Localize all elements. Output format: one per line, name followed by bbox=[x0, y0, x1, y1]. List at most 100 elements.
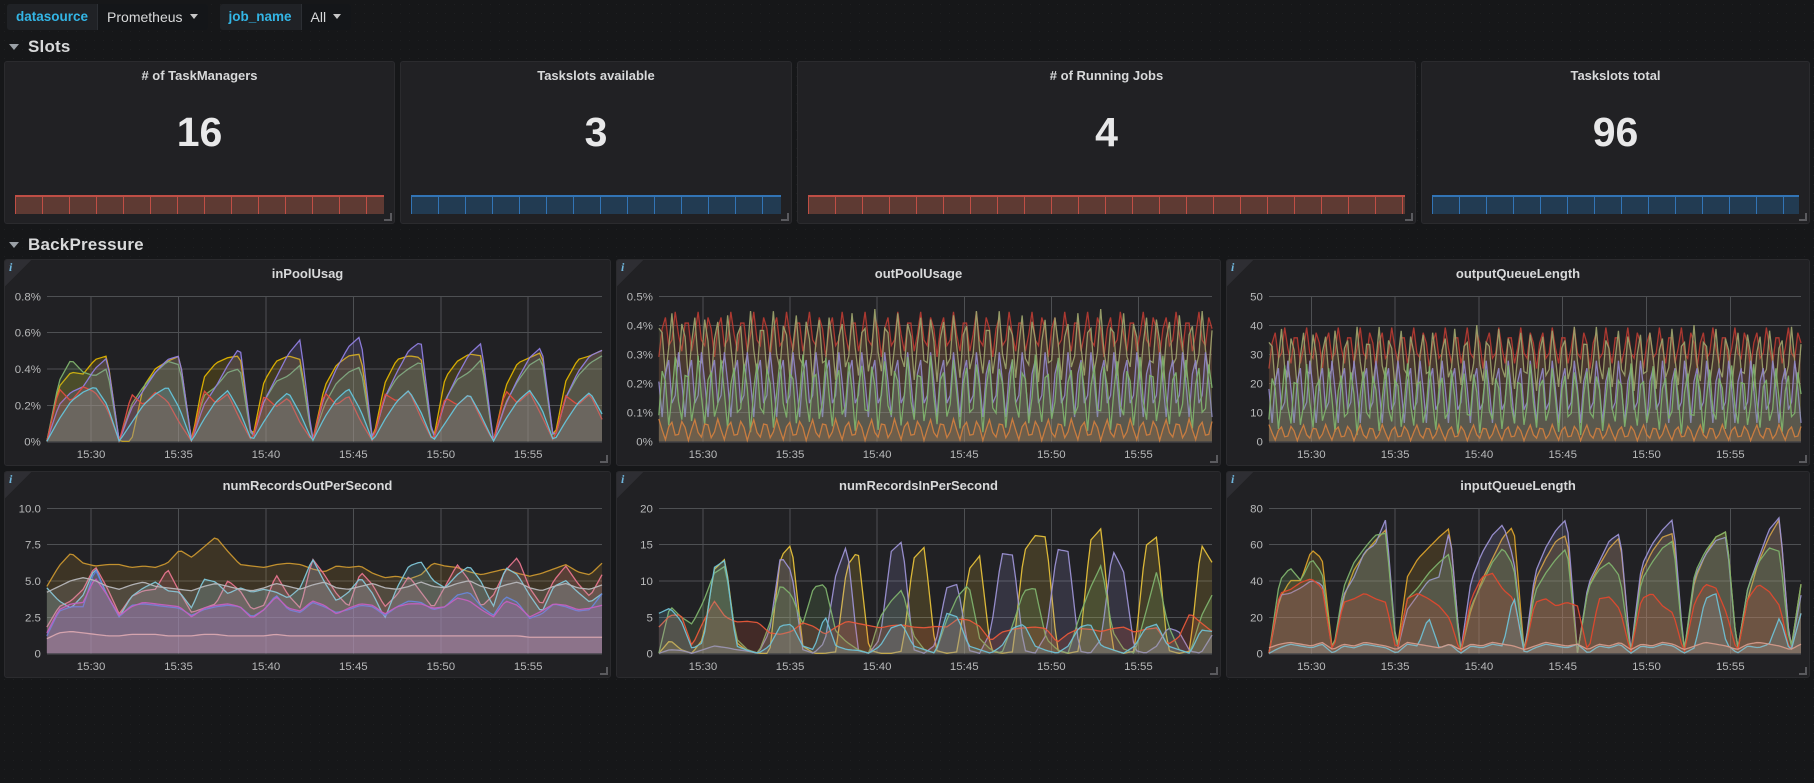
info-icon[interactable]: i bbox=[5, 260, 31, 286]
svg-text:15:50: 15:50 bbox=[1632, 661, 1661, 673]
stat-panel[interactable]: # of TaskManagers 16 bbox=[4, 61, 395, 224]
panel-title: inPoolUsag bbox=[271, 266, 344, 281]
svg-text:15:55: 15:55 bbox=[1716, 661, 1745, 673]
panel-title: outputQueueLength bbox=[1455, 266, 1581, 281]
svg-text:15:30: 15:30 bbox=[689, 449, 718, 461]
svg-text:15:35: 15:35 bbox=[1381, 449, 1410, 461]
svg-text:15:45: 15:45 bbox=[950, 661, 979, 673]
svg-text:15:30: 15:30 bbox=[1297, 661, 1326, 673]
svg-text:0.2%: 0.2% bbox=[627, 379, 653, 391]
graph-panel[interactable]: i outPoolUsage 0% 0.1% 0.2% 0.3% 0.4% 0.5% 15:30… bbox=[616, 259, 1221, 466]
info-icon[interactable]: i bbox=[1227, 260, 1253, 286]
svg-text:40: 40 bbox=[1250, 320, 1263, 332]
svg-text:0.6%: 0.6% bbox=[15, 328, 41, 340]
svg-text:0: 0 bbox=[647, 649, 653, 661]
stat-panel[interactable]: Taskslots total 96 bbox=[1421, 61, 1810, 224]
variable-datasource-label: datasource bbox=[7, 3, 98, 30]
graph-panel[interactable]: i inputQueueLength 0 20 40 60 80 15:30 15:35 15:4… bbox=[1226, 471, 1810, 678]
svg-text:2.5: 2.5 bbox=[25, 612, 41, 624]
info-icon[interactable]: i bbox=[617, 260, 643, 286]
svg-text:60: 60 bbox=[1250, 540, 1263, 552]
variable-job-name-value: All bbox=[310, 8, 327, 25]
row-header-slots[interactable]: Slots bbox=[0, 33, 1814, 61]
svg-text:15:45: 15:45 bbox=[339, 661, 368, 673]
svg-text:0.5%: 0.5% bbox=[627, 291, 653, 303]
panel-resize-handle[interactable] bbox=[384, 213, 392, 221]
svg-text:15:40: 15:40 bbox=[252, 661, 281, 673]
svg-text:15:40: 15:40 bbox=[1465, 449, 1494, 461]
svg-text:15:40: 15:40 bbox=[252, 449, 281, 461]
svg-text:15:55: 15:55 bbox=[514, 661, 543, 673]
svg-text:0.4%: 0.4% bbox=[627, 320, 653, 332]
info-icon[interactable]: i bbox=[617, 472, 643, 498]
svg-text:0.8%: 0.8% bbox=[15, 291, 41, 303]
panel-resize-handle[interactable] bbox=[600, 667, 608, 675]
slots-panel-grid: # of TaskManagers 16 Taskslots available 3 #… bbox=[0, 61, 1814, 224]
svg-text:0: 0 bbox=[1257, 437, 1263, 449]
panel-resize-handle[interactable] bbox=[1210, 667, 1218, 675]
graph-panel[interactable]: i numRecordsOutPerSecond 0 2.5 5.0 7.5 10.0 15:… bbox=[4, 471, 611, 678]
dashboard-variable-bar: datasource Prometheus job_name All bbox=[0, 0, 1814, 33]
info-icon[interactable]: i bbox=[1227, 472, 1253, 498]
panel-title: # of Running Jobs bbox=[1049, 68, 1164, 83]
graph-plot-area: 0% 0.1% 0.2% 0.3% 0.4% 0.5% 15:30 15:35 15:40 15:… bbox=[617, 284, 1220, 465]
svg-text:15:50: 15:50 bbox=[426, 449, 455, 461]
chevron-down-icon bbox=[333, 14, 342, 19]
panel-resize-handle[interactable] bbox=[600, 455, 608, 463]
panel-resize-handle[interactable] bbox=[1210, 455, 1218, 463]
row-title-slots: Slots bbox=[28, 37, 71, 56]
svg-text:15:40: 15:40 bbox=[863, 449, 892, 461]
panel-resize-handle[interactable] bbox=[1799, 667, 1807, 675]
svg-text:10: 10 bbox=[1250, 408, 1263, 420]
graph-panel[interactable]: i numRecordsInPerSecond 0 5 10 15 20 15:30 15:35… bbox=[616, 471, 1221, 678]
svg-text:15:30: 15:30 bbox=[77, 449, 106, 461]
graph-panel[interactable]: i inPoolUsag 0% 0.2% 0.4% 0.6% 0.8% 15:30 15:35 1… bbox=[4, 259, 611, 466]
svg-text:15:45: 15:45 bbox=[1548, 449, 1577, 461]
svg-text:0: 0 bbox=[35, 649, 41, 661]
panel-resize-handle[interactable] bbox=[1405, 213, 1413, 221]
svg-text:0%: 0% bbox=[24, 437, 41, 449]
panel-resize-handle[interactable] bbox=[1799, 213, 1807, 221]
panel-resize-handle[interactable] bbox=[781, 213, 789, 221]
backpressure-panel-grid-row1: i inPoolUsag 0% 0.2% 0.4% 0.6% 0.8% 15:30 15:35 1… bbox=[0, 259, 1814, 466]
svg-text:7.5: 7.5 bbox=[25, 540, 41, 552]
svg-text:15:50: 15:50 bbox=[1632, 449, 1661, 461]
svg-text:15:35: 15:35 bbox=[776, 449, 805, 461]
graph-panel[interactable]: i outputQueueLength 0 10 20 30 40 50 15:30 15:35 1… bbox=[1226, 259, 1810, 466]
stat-sparkline bbox=[411, 195, 781, 214]
svg-text:15:45: 15:45 bbox=[1548, 661, 1577, 673]
svg-text:15:35: 15:35 bbox=[1381, 661, 1410, 673]
svg-text:0.4%: 0.4% bbox=[15, 364, 41, 376]
svg-text:15:50: 15:50 bbox=[1037, 661, 1066, 673]
svg-text:40: 40 bbox=[1250, 576, 1263, 588]
svg-text:15:30: 15:30 bbox=[1297, 449, 1326, 461]
svg-text:15:40: 15:40 bbox=[1465, 661, 1494, 673]
variable-job-name[interactable]: job_name All bbox=[219, 3, 352, 30]
row-header-backpressure[interactable]: BackPressure bbox=[0, 231, 1814, 259]
variable-datasource-dropdown[interactable]: Prometheus bbox=[97, 3, 208, 30]
stat-sparkline bbox=[808, 195, 1405, 214]
panel-resize-handle[interactable] bbox=[1799, 455, 1807, 463]
svg-text:80: 80 bbox=[1250, 503, 1263, 515]
svg-text:15:50: 15:50 bbox=[1037, 449, 1066, 461]
svg-text:15:45: 15:45 bbox=[339, 449, 368, 461]
variable-job-name-label: job_name bbox=[219, 3, 301, 30]
variable-datasource[interactable]: datasource Prometheus bbox=[7, 3, 208, 30]
variable-datasource-value: Prometheus bbox=[107, 8, 183, 25]
variable-job-name-dropdown[interactable]: All bbox=[300, 3, 352, 30]
svg-text:15: 15 bbox=[640, 540, 653, 552]
panel-title: # of TaskManagers bbox=[141, 68, 258, 83]
svg-text:50: 50 bbox=[1250, 291, 1263, 303]
panel-title: numRecordsInPerSecond bbox=[839, 478, 998, 493]
stat-panel[interactable]: # of Running Jobs 4 bbox=[797, 61, 1416, 224]
panel-title: numRecordsOutPerSecond bbox=[222, 478, 393, 493]
svg-text:15:35: 15:35 bbox=[164, 449, 193, 461]
panel-title: inputQueueLength bbox=[1460, 478, 1576, 493]
svg-text:15:40: 15:40 bbox=[863, 661, 892, 673]
stat-panel[interactable]: Taskslots available 3 bbox=[400, 61, 792, 224]
chevron-down-icon bbox=[9, 44, 19, 50]
svg-text:5.0: 5.0 bbox=[25, 576, 41, 588]
panel-title: outPoolUsage bbox=[874, 266, 963, 281]
info-icon[interactable]: i bbox=[5, 472, 31, 498]
row-title-backpressure: BackPressure bbox=[28, 235, 144, 254]
